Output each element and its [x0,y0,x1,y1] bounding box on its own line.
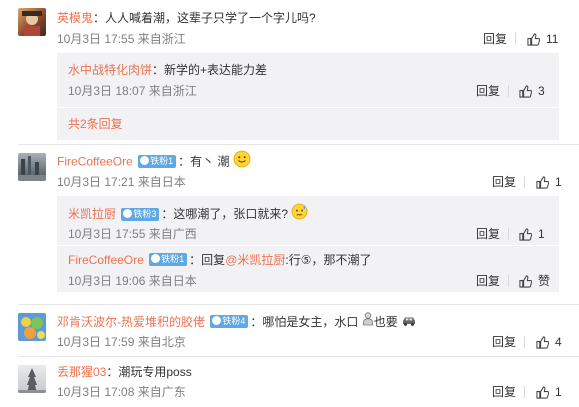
fan-badge-icon [151,254,161,264]
fan-badge-icon [123,208,133,218]
like-button[interactable]: 1 [519,226,545,242]
reply-button[interactable]: 回复 [492,334,516,350]
action-divider [508,228,509,240]
comment-text: ：潮玩专用poss [106,365,192,379]
comment-username[interactable]: FireCoffeeOre [57,155,133,169]
comment-text: ：人人喊着潮，这辈子只学了一个字儿吗? [93,11,316,25]
like-button[interactable]: 1 [536,174,562,190]
reply-meta: 10月3日 19:06 来自日本 [68,274,197,288]
comment-item: 英模鬼：人人喊着潮，这辈子只学了一个字儿吗? 10月3日 17:55 来自浙江 … [0,0,579,145]
badge-label: 铁粉4 [222,316,246,327]
avatar[interactable] [18,365,46,393]
comment-text: ：哪怕是女主，水口 [250,315,359,329]
comment-meta: 10月3日 17:59 来自北京 [57,335,186,349]
reply-username[interactable]: 水中战特化肉饼 [68,63,152,77]
reply-meta: 10月3日 18:07 来自浙江 [68,84,197,98]
reply-button[interactable]: 回复 [483,31,507,47]
reply-button[interactable]: 回复 [492,174,516,190]
avatar-image [18,368,46,393]
like-count: 1 [555,385,562,399]
action-divider [508,85,509,97]
like-button[interactable]: 4 [536,334,562,350]
comment-item: 邓肯沃波尔-热爱堆积的胶佬 铁粉4 ：哪怕是女主，水口 也要 10月3日 17:5… [0,305,579,355]
reply-button[interactable]: 回复 [492,384,516,400]
thumbs-up-icon [519,84,532,98]
fan-badge-icon [140,156,150,166]
reply-username[interactable]: FireCoffeeOre [68,253,144,267]
fan-badge-icon [212,316,222,326]
like-button[interactable]: 3 [519,83,545,99]
reply-username[interactable]: 米凯拉厨 [68,207,116,221]
car-emoji-icon [401,313,417,331]
reply-button[interactable]: 回复 [476,83,500,99]
reply-text-suffix: :行⑤，那不潮了 [285,253,372,267]
thumbs-up-icon [536,385,549,399]
like-count: 4 [555,335,562,349]
avatar-image [22,11,42,36]
like-count: 11 [546,32,559,46]
fan-badge: 铁粉1 [138,155,177,168]
reply-meta: 10月3日 17:55 来自广西 [68,227,197,241]
sub-reply-item: 米凯拉厨 铁粉3 ：这哪潮了，张口就来? 10月3日 17:55 来自广西 回复 … [57,196,559,244]
like-count: 3 [538,84,545,98]
action-divider [515,33,516,45]
reply-button[interactable]: 回复 [476,273,500,289]
action-divider [524,386,525,398]
like-count: 赞 [538,274,551,288]
like-button[interactable]: 11 [527,31,558,47]
comment-item: 丢那猩03：潮玩专用poss 10月3日 17:08 来自广东 回复 1 [0,357,579,407]
action-divider [524,176,525,188]
fan-badge: 铁粉1 [149,253,188,267]
comment-meta: 10月3日 17:55 来自浙江 [57,32,186,46]
mention-link[interactable]: @米凯拉厨 [225,253,285,267]
fan-badge: 铁粉3 [121,207,160,221]
thumbs-up-icon [527,32,540,46]
like-count: 1 [538,227,545,241]
comment-username[interactable]: 英模鬼 [57,11,93,25]
avatar-image [18,156,46,181]
like-button[interactable]: 赞 [519,273,550,289]
like-count: 1 [555,175,562,189]
avatar[interactable] [18,153,46,181]
sub-replies: 水中战特化肉饼：新学的+表达能力差 10月3日 18:07 来自浙江 回复 3 … [57,53,559,140]
sweat-emoji-icon [291,203,308,225]
badge-label: 铁粉1 [161,254,185,265]
reply-button[interactable]: 回复 [476,226,500,242]
fan-badge: 铁粉4 [210,315,249,329]
action-divider [524,336,525,348]
avatar[interactable] [18,313,46,341]
comment-text-suffix: 也要 [373,315,398,329]
reply-text: ：回复 [189,253,226,267]
more-replies-link[interactable]: 共2条回复 [68,115,123,133]
figure-emoji-icon [362,312,374,331]
sub-replies: 米凯拉厨 铁粉3 ：这哪潮了，张口就来? 10月3日 17:55 来自广西 回复 … [57,196,559,292]
comment-text: ：有丶 潮 [178,154,230,169]
thumbs-up-icon [536,175,549,189]
thumbs-up-icon [536,335,549,349]
avatar[interactable] [18,8,46,36]
comment-item: FireCoffeeOre 铁粉1 ：有丶 潮 10月3日 17:21 来自日本 … [0,145,579,295]
badge-label: 铁粉1 [150,156,174,166]
badge-label: 铁粉3 [133,208,157,219]
comment-username[interactable]: 丢那猩03 [57,365,106,379]
action-divider [508,275,509,287]
reply-text: ：新学的+表达能力差 [152,63,268,77]
smile-emoji-icon [233,150,251,173]
avatar-image [21,317,45,339]
thumbs-up-icon [519,227,532,241]
thumbs-up-icon [519,274,532,288]
divider [57,107,559,108]
sub-reply-item: 水中战特化肉饼：新学的+表达能力差 10月3日 18:07 来自浙江 回复 3 [57,53,559,103]
sub-reply-item: FireCoffeeOre 铁粉1 ：回复@米凯拉厨:行⑤，那不潮了 10月3日 … [57,246,559,292]
comment-username[interactable]: 邓肯沃波尔-热爱堆积的胶佬 [57,315,205,329]
comment-meta: 10月3日 17:21 来自日本 [57,175,186,189]
reply-text: ：这哪潮了，张口就来? [161,207,289,222]
comment-meta: 10月3日 17:08 来自广东 [57,385,186,399]
like-button[interactable]: 1 [536,384,562,400]
